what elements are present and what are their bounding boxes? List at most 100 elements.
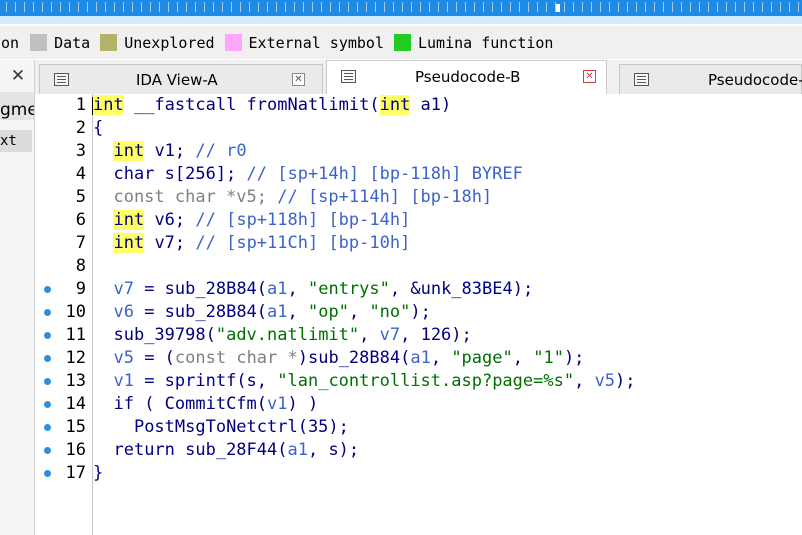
navigation-tick (150, 2, 151, 12)
navigation-tick (339, 2, 340, 12)
code-text[interactable]: sub_39798("adv.natlimit", v7, 126); (93, 324, 471, 347)
disassembly-view-icon (54, 73, 69, 86)
legend-item-external-symbol: External symbol (224, 34, 384, 52)
code-text[interactable]: } (93, 462, 103, 485)
navigation-tick (24, 2, 25, 12)
navigation-tick (672, 2, 673, 12)
code-text[interactable]: const char *v5; // [sp+114h] [bp-18h] (93, 186, 492, 209)
code-text[interactable]: int v1; // r0 (93, 140, 247, 163)
navigation-tick (438, 2, 439, 12)
navigation-tick (798, 2, 799, 12)
line-number: 6 (75, 210, 86, 230)
code-text[interactable]: PostMsgToNetctrl(35); (93, 416, 349, 439)
navigation-tick (186, 2, 187, 12)
code-line[interactable]: 14 if ( CommitCfm(v1) ) (35, 393, 802, 416)
navigation-tick (717, 2, 718, 12)
breakpoint-dot-icon[interactable] (44, 447, 51, 454)
navigation-tick (762, 2, 763, 12)
code-line[interactable]: 8 (35, 255, 802, 278)
line-number: 13 (65, 371, 86, 391)
navigation-tick (42, 2, 43, 12)
navigation-tick (303, 2, 304, 12)
navigation-tick (429, 2, 430, 12)
navigation-tick (465, 2, 466, 12)
line-number: 4 (75, 164, 86, 184)
code-line[interactable]: 16 return sub_28F44(a1, s); (35, 439, 802, 462)
code-line[interactable]: 4 char s[256]; // [sp+14h] [bp-118h] BYR… (35, 163, 802, 186)
pseudocode-view[interactable]: 1 int __fastcall fromNatlimit(int a1) 2 … (35, 94, 802, 535)
navigation-tick (60, 2, 61, 12)
legend-swatch (100, 34, 118, 51)
code-line[interactable]: 10 v6 = sub_28B84(a1, "op", "no"); (35, 301, 802, 324)
segment-row[interactable]: xt (0, 130, 32, 152)
breakpoint-dot-icon[interactable] (44, 286, 51, 293)
navigation-tick (618, 2, 619, 12)
navigation-tick (267, 2, 268, 12)
navigation-band[interactable] (0, 0, 802, 24)
code-line[interactable]: 9 v7 = sub_28B84(a1, "entrys", &unk_83BE… (35, 278, 802, 301)
navigation-tick (258, 2, 259, 12)
breakpoint-dot-icon[interactable] (44, 355, 51, 362)
code-line[interactable]: 3 int v1; // r0 (35, 140, 802, 163)
legend-label: Unexplored (124, 33, 215, 52)
code-text[interactable]: if ( CommitCfm(v1) ) (93, 393, 318, 416)
navigation-tick (627, 2, 628, 12)
code-line[interactable]: 12 v5 = (const char *)sub_28B84(a1, "pag… (35, 347, 802, 370)
code-line[interactable]: 17 } (35, 462, 802, 485)
navigation-tick (582, 2, 583, 12)
line-number: 11 (65, 325, 86, 345)
code-text[interactable]: int v6; // [sp+118h] [bp-14h] (93, 209, 410, 232)
legend-item-unexplored: Unexplored (100, 33, 215, 52)
code-line[interactable]: 11 sub_39798("adv.natlimit", v7, 126); (35, 324, 802, 347)
navigation-tick (708, 2, 709, 12)
breakpoint-dot-icon[interactable] (44, 470, 51, 477)
pseudocode-view-icon (341, 70, 356, 83)
navigation-tick (519, 2, 520, 12)
tab-pseudocode-b[interactable]: Pseudocode-B ✕ (326, 60, 607, 95)
tab-label: Pseudocode-B (415, 68, 521, 86)
code-text[interactable]: v6 = sub_28B84(a1, "op", "no"); (93, 301, 430, 324)
close-icon[interactable]: ✕ (6, 66, 30, 86)
code-text[interactable]: return sub_28F44(a1, s); (93, 439, 359, 462)
code-line[interactable]: 6 int v6; // [sp+118h] [bp-14h] (35, 209, 802, 232)
legend-item-truncated: ion (0, 34, 19, 52)
breakpoint-dot-icon[interactable] (44, 309, 51, 316)
code-text[interactable]: int v7; // [sp+11Ch] [bp-10h] (93, 232, 410, 255)
code-line[interactable]: 13 v1 = sprintf(s, "lan_controllist.asp?… (35, 370, 802, 393)
navigation-tick (114, 2, 115, 12)
breakpoint-dot-icon[interactable] (44, 424, 51, 431)
segment-column-header: gme (0, 100, 34, 120)
navigation-tick (699, 2, 700, 12)
code-line[interactable]: 5 const char *v5; // [sp+114h] [bp-18h] (35, 186, 802, 209)
navigation-tick (492, 2, 493, 12)
code-line[interactable]: 2 { (35, 117, 802, 140)
navigation-tick (591, 2, 592, 12)
code-text[interactable]: char s[256]; // [sp+14h] [bp-118h] BYREF (93, 163, 522, 186)
tab-pseudocode-other[interactable]: Pseudocode- (619, 64, 802, 94)
tab-ida-view-a[interactable]: IDA View-A ✕ (39, 64, 323, 94)
navigation-tick (177, 2, 178, 12)
breakpoint-dot-icon[interactable] (44, 378, 51, 385)
code-line[interactable]: 1 int __fastcall fromNatlimit(int a1) (35, 94, 802, 117)
navigation-tick (366, 2, 367, 12)
code-line[interactable]: 15 PostMsgToNetctrl(35); (35, 416, 802, 439)
navigation-tick (546, 2, 547, 12)
line-number: 1 (75, 95, 86, 115)
code-text[interactable]: int __fastcall fromNatlimit(int a1) (93, 94, 451, 117)
code-text[interactable]: { (93, 117, 103, 140)
legend-swatch (394, 34, 411, 51)
close-tab-icon[interactable]: ✕ (292, 73, 305, 86)
navigation-tick (600, 2, 601, 12)
code-text[interactable]: v1 = sprintf(s, "lan_controllist.asp?pag… (93, 370, 635, 393)
code-line[interactable]: 7 int v7; // [sp+11Ch] [bp-10h] (35, 232, 802, 255)
breakpoint-dot-icon[interactable] (44, 332, 51, 339)
line-number: 8 (75, 256, 86, 276)
navigation-tick (474, 2, 475, 12)
legend-swatch (30, 34, 48, 51)
code-text[interactable]: v7 = sub_28B84(a1, "entrys", &unk_83BE4)… (93, 278, 533, 301)
navigation-tick (294, 2, 295, 12)
breakpoint-dot-icon[interactable] (44, 401, 51, 408)
close-tab-icon[interactable]: ✕ (583, 70, 596, 83)
code-text[interactable]: v5 = (const char *)sub_28B84(a1, "page",… (93, 347, 584, 370)
navigation-tick (420, 2, 421, 12)
